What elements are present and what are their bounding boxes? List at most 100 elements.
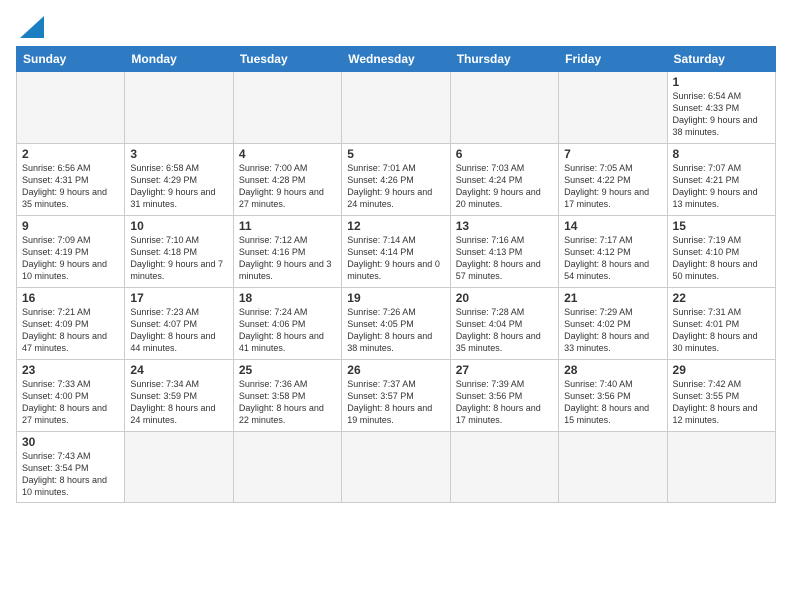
calendar-cell: 3Sunrise: 6:58 AM Sunset: 4:29 PM Daylig…: [125, 144, 233, 216]
calendar-cell: 4Sunrise: 7:00 AM Sunset: 4:28 PM Daylig…: [233, 144, 341, 216]
logo-icon: [20, 16, 44, 38]
calendar-cell: 19Sunrise: 7:26 AM Sunset: 4:05 PM Dayli…: [342, 288, 450, 360]
calendar-cell: [125, 432, 233, 503]
weekday-header-row: SundayMondayTuesdayWednesdayThursdayFrid…: [17, 47, 776, 72]
calendar-cell: [125, 72, 233, 144]
calendar-cell: 20Sunrise: 7:28 AM Sunset: 4:04 PM Dayli…: [450, 288, 558, 360]
weekday-header-sunday: Sunday: [17, 47, 125, 72]
calendar-cell: 1Sunrise: 6:54 AM Sunset: 4:33 PM Daylig…: [667, 72, 775, 144]
calendar-row: 30Sunrise: 7:43 AM Sunset: 3:54 PM Dayli…: [17, 432, 776, 503]
day-number: 21: [564, 291, 661, 305]
day-info: Sunrise: 7:00 AM Sunset: 4:28 PM Dayligh…: [239, 162, 336, 211]
calendar-cell: 26Sunrise: 7:37 AM Sunset: 3:57 PM Dayli…: [342, 360, 450, 432]
calendar-row: 23Sunrise: 7:33 AM Sunset: 4:00 PM Dayli…: [17, 360, 776, 432]
day-number: 23: [22, 363, 119, 377]
day-info: Sunrise: 7:43 AM Sunset: 3:54 PM Dayligh…: [22, 450, 119, 499]
day-info: Sunrise: 7:24 AM Sunset: 4:06 PM Dayligh…: [239, 306, 336, 355]
day-info: Sunrise: 7:42 AM Sunset: 3:55 PM Dayligh…: [673, 378, 770, 427]
calendar-cell: 25Sunrise: 7:36 AM Sunset: 3:58 PM Dayli…: [233, 360, 341, 432]
day-number: 14: [564, 219, 661, 233]
calendar-row: 16Sunrise: 7:21 AM Sunset: 4:09 PM Dayli…: [17, 288, 776, 360]
calendar-cell: 17Sunrise: 7:23 AM Sunset: 4:07 PM Dayli…: [125, 288, 233, 360]
day-info: Sunrise: 7:26 AM Sunset: 4:05 PM Dayligh…: [347, 306, 444, 355]
calendar-cell: [450, 72, 558, 144]
logo: [16, 16, 44, 38]
calendar-cell: 14Sunrise: 7:17 AM Sunset: 4:12 PM Dayli…: [559, 216, 667, 288]
day-number: 17: [130, 291, 227, 305]
day-number: 5: [347, 147, 444, 161]
day-info: Sunrise: 7:05 AM Sunset: 4:22 PM Dayligh…: [564, 162, 661, 211]
day-info: Sunrise: 7:16 AM Sunset: 4:13 PM Dayligh…: [456, 234, 553, 283]
day-number: 4: [239, 147, 336, 161]
calendar-cell: 16Sunrise: 7:21 AM Sunset: 4:09 PM Dayli…: [17, 288, 125, 360]
day-number: 1: [673, 75, 770, 89]
calendar-cell: 27Sunrise: 7:39 AM Sunset: 3:56 PM Dayli…: [450, 360, 558, 432]
day-info: Sunrise: 7:23 AM Sunset: 4:07 PM Dayligh…: [130, 306, 227, 355]
weekday-header-friday: Friday: [559, 47, 667, 72]
calendar-cell: 23Sunrise: 7:33 AM Sunset: 4:00 PM Dayli…: [17, 360, 125, 432]
day-info: Sunrise: 7:09 AM Sunset: 4:19 PM Dayligh…: [22, 234, 119, 283]
calendar-cell: 18Sunrise: 7:24 AM Sunset: 4:06 PM Dayli…: [233, 288, 341, 360]
calendar-cell: 28Sunrise: 7:40 AM Sunset: 3:56 PM Dayli…: [559, 360, 667, 432]
calendar-row: 2Sunrise: 6:56 AM Sunset: 4:31 PM Daylig…: [17, 144, 776, 216]
calendar-cell: 11Sunrise: 7:12 AM Sunset: 4:16 PM Dayli…: [233, 216, 341, 288]
day-info: Sunrise: 7:19 AM Sunset: 4:10 PM Dayligh…: [673, 234, 770, 283]
calendar-table: SundayMondayTuesdayWednesdayThursdayFrid…: [16, 46, 776, 503]
day-info: Sunrise: 7:36 AM Sunset: 3:58 PM Dayligh…: [239, 378, 336, 427]
day-number: 15: [673, 219, 770, 233]
calendar-cell: 13Sunrise: 7:16 AM Sunset: 4:13 PM Dayli…: [450, 216, 558, 288]
weekday-header-monday: Monday: [125, 47, 233, 72]
calendar-row: 9Sunrise: 7:09 AM Sunset: 4:19 PM Daylig…: [17, 216, 776, 288]
day-number: 18: [239, 291, 336, 305]
calendar-cell: 8Sunrise: 7:07 AM Sunset: 4:21 PM Daylig…: [667, 144, 775, 216]
calendar-cell: [559, 72, 667, 144]
calendar-cell: 24Sunrise: 7:34 AM Sunset: 3:59 PM Dayli…: [125, 360, 233, 432]
calendar-row: 1Sunrise: 6:54 AM Sunset: 4:33 PM Daylig…: [17, 72, 776, 144]
day-info: Sunrise: 6:58 AM Sunset: 4:29 PM Dayligh…: [130, 162, 227, 211]
day-number: 25: [239, 363, 336, 377]
day-number: 16: [22, 291, 119, 305]
day-number: 27: [456, 363, 553, 377]
day-number: 12: [347, 219, 444, 233]
day-info: Sunrise: 7:12 AM Sunset: 4:16 PM Dayligh…: [239, 234, 336, 283]
day-info: Sunrise: 7:10 AM Sunset: 4:18 PM Dayligh…: [130, 234, 227, 283]
day-info: Sunrise: 7:17 AM Sunset: 4:12 PM Dayligh…: [564, 234, 661, 283]
day-info: Sunrise: 7:07 AM Sunset: 4:21 PM Dayligh…: [673, 162, 770, 211]
day-number: 7: [564, 147, 661, 161]
weekday-header-tuesday: Tuesday: [233, 47, 341, 72]
calendar-cell: [17, 72, 125, 144]
day-info: Sunrise: 7:21 AM Sunset: 4:09 PM Dayligh…: [22, 306, 119, 355]
day-number: 26: [347, 363, 444, 377]
calendar-cell: 6Sunrise: 7:03 AM Sunset: 4:24 PM Daylig…: [450, 144, 558, 216]
weekday-header-wednesday: Wednesday: [342, 47, 450, 72]
calendar-cell: [450, 432, 558, 503]
day-info: Sunrise: 7:34 AM Sunset: 3:59 PM Dayligh…: [130, 378, 227, 427]
day-info: Sunrise: 7:03 AM Sunset: 4:24 PM Dayligh…: [456, 162, 553, 211]
day-info: Sunrise: 6:56 AM Sunset: 4:31 PM Dayligh…: [22, 162, 119, 211]
day-info: Sunrise: 7:01 AM Sunset: 4:26 PM Dayligh…: [347, 162, 444, 211]
calendar-cell: 7Sunrise: 7:05 AM Sunset: 4:22 PM Daylig…: [559, 144, 667, 216]
calendar-cell: 30Sunrise: 7:43 AM Sunset: 3:54 PM Dayli…: [17, 432, 125, 503]
day-number: 10: [130, 219, 227, 233]
day-number: 3: [130, 147, 227, 161]
calendar-cell: [233, 72, 341, 144]
day-info: Sunrise: 7:33 AM Sunset: 4:00 PM Dayligh…: [22, 378, 119, 427]
calendar-cell: [233, 432, 341, 503]
day-info: Sunrise: 7:37 AM Sunset: 3:57 PM Dayligh…: [347, 378, 444, 427]
day-number: 24: [130, 363, 227, 377]
day-info: Sunrise: 7:14 AM Sunset: 4:14 PM Dayligh…: [347, 234, 444, 283]
calendar-cell: 12Sunrise: 7:14 AM Sunset: 4:14 PM Dayli…: [342, 216, 450, 288]
weekday-header-thursday: Thursday: [450, 47, 558, 72]
calendar-cell: 2Sunrise: 6:56 AM Sunset: 4:31 PM Daylig…: [17, 144, 125, 216]
day-number: 29: [673, 363, 770, 377]
calendar-cell: 9Sunrise: 7:09 AM Sunset: 4:19 PM Daylig…: [17, 216, 125, 288]
day-number: 30: [22, 435, 119, 449]
day-number: 22: [673, 291, 770, 305]
calendar-cell: 29Sunrise: 7:42 AM Sunset: 3:55 PM Dayli…: [667, 360, 775, 432]
calendar-cell: [667, 432, 775, 503]
day-number: 6: [456, 147, 553, 161]
day-info: Sunrise: 7:29 AM Sunset: 4:02 PM Dayligh…: [564, 306, 661, 355]
day-number: 9: [22, 219, 119, 233]
day-number: 28: [564, 363, 661, 377]
day-info: Sunrise: 7:28 AM Sunset: 4:04 PM Dayligh…: [456, 306, 553, 355]
